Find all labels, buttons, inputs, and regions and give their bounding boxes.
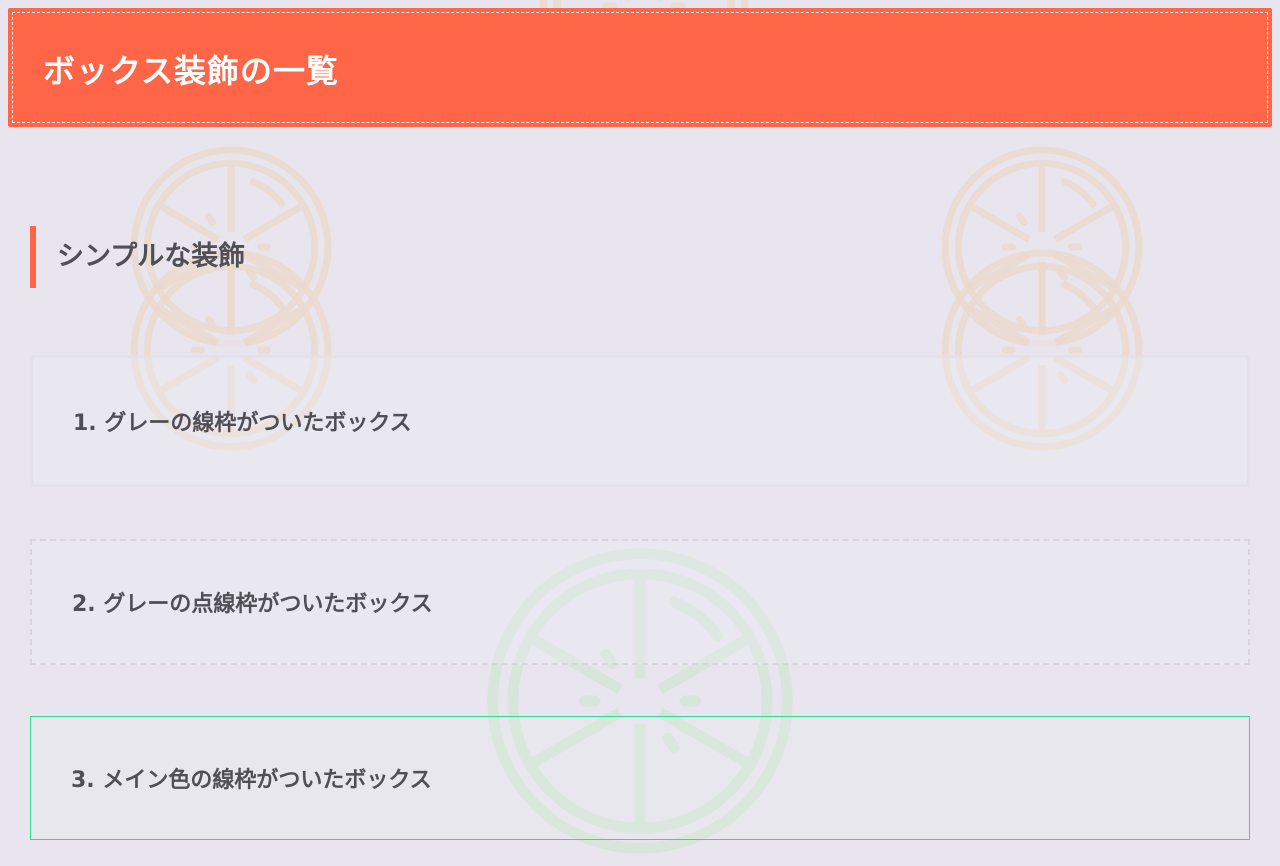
orange-slice-icon	[940, 145, 1144, 349]
gray-border-box: 1. グレーの線枠がついたボックス	[30, 355, 1250, 487]
page-header: ボックス装飾の一覧	[8, 8, 1272, 127]
section-title: シンプルな装飾	[57, 241, 246, 272]
box-label: 2. グレーの点線枠がついたボックス	[72, 592, 433, 617]
box-label: 1. グレーの線枠がついたボックス	[73, 411, 412, 436]
gray-dashed-border-box: 2. グレーの点線枠がついたボックス	[30, 539, 1250, 665]
page-title: ボックス装飾の一覧	[43, 52, 340, 90]
box-label: 3. メイン色の線枠がついたボックス	[71, 768, 432, 793]
main-color-border-box: 3. メイン色の線枠がついたボックス	[30, 716, 1250, 840]
section-heading: シンプルな装飾	[30, 226, 245, 288]
